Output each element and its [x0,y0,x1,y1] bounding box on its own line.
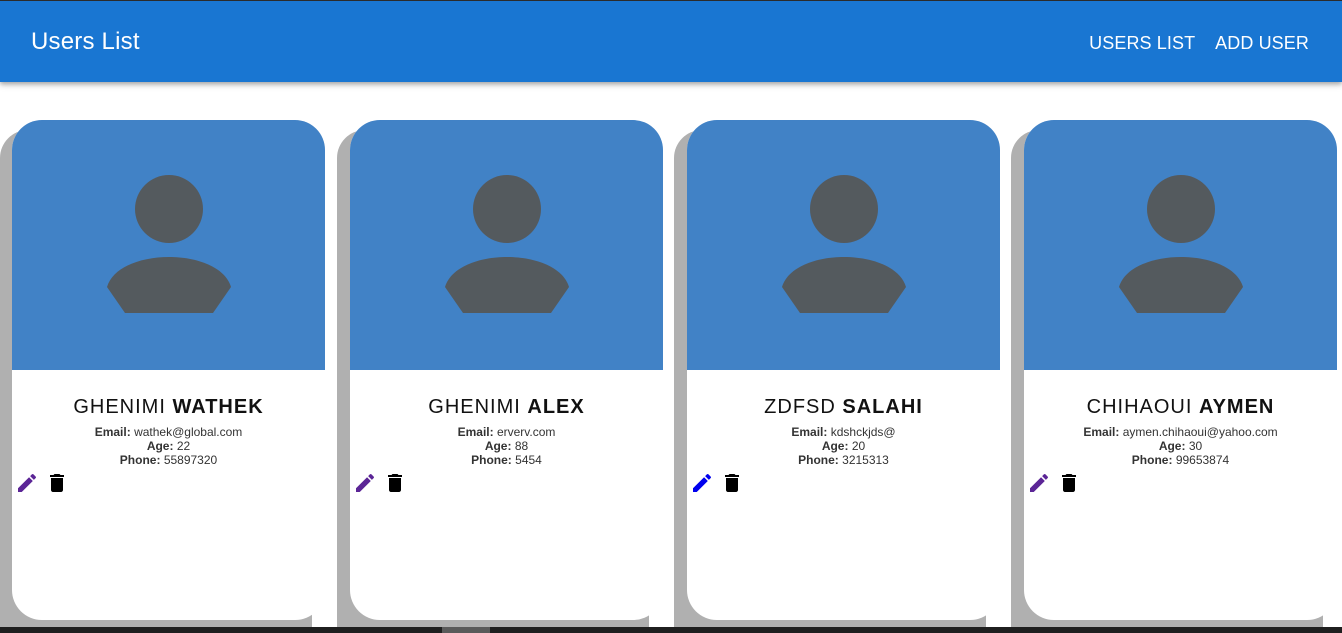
user-info: Email: kdshckjds@ Age: 20 Phone: 3215313 [687,425,1000,467]
user-age: 22 [176,439,191,453]
user-age-row: Age: 20 [687,439,1000,453]
user-email-row: Email: wathek@global.com [12,425,325,439]
user-email: erverv.com [496,425,556,439]
age-label: Age: [146,439,174,453]
user-phone-row: Phone: 55897320 [12,453,325,467]
user-first-name: CHIHAOUI [1086,396,1193,418]
app-bar: Users List USERS LIST ADD USER [0,0,1342,82]
user-name: GHENIMI WATHEK [12,395,325,419]
user-phone-row: Phone: 99653874 [1024,453,1337,467]
user-info: Email: aymen.chihaoui@yahoo.com Age: 30 … [1024,425,1337,467]
user-age-row: Age: 30 [1024,439,1337,453]
phone-label: Phone: [798,453,839,467]
user-email: wathek@global.com [134,425,243,439]
card-actions [353,470,407,496]
user-email: kdshckjds@ [830,425,896,439]
user-phone-row: Phone: 3215313 [687,453,1000,467]
edit-button[interactable] [353,471,377,495]
trash-icon [1062,474,1076,492]
user-last-name: ALEX [527,396,585,418]
age-label: Age: [484,439,512,453]
user-phone-row: Phone: 5454 [350,453,663,467]
edit-button[interactable] [15,471,39,495]
nav-add-user[interactable]: ADD USER [1215,32,1309,54]
email-label: Email: [791,425,828,439]
card-media [350,120,663,370]
horizontal-scrollbar[interactable] [0,627,1342,633]
user-last-name: AYMEN [1198,396,1275,418]
card-media [12,120,325,370]
user-age-row: Age: 88 [350,439,663,453]
scrollbar-thumb[interactable] [442,627,490,633]
user-email-row: Email: erverv.com [350,425,663,439]
person-icon [782,175,906,313]
user-age-row: Age: 22 [12,439,325,453]
email-label: Email: [1083,425,1120,439]
age-label: Age: [1158,439,1186,453]
age-label: Age: [821,439,849,453]
trash-icon [50,474,64,492]
person-icon [107,175,231,313]
user-info: Email: erverv.com Age: 88 Phone: 5454 [350,425,663,467]
user-phone: 3215313 [842,453,889,467]
email-label: Email: [457,425,494,439]
user-name: CHIHAOUI AYMEN [1024,395,1337,419]
email-label: Email: [94,425,131,439]
user-age: 30 [1188,439,1203,453]
user-card: ZDFSD SALAHI Email: kdshckjds@ Age: 20 P… [687,120,1000,620]
nav-users-list[interactable]: USERS LIST [1089,32,1195,54]
delete-button[interactable] [383,470,407,496]
user-card: GHENIMI WATHEK Email: wathek@global.com … [12,120,325,620]
trash-icon [388,474,402,492]
user-age: 20 [851,439,866,453]
person-icon [445,175,569,313]
user-age: 88 [514,439,529,453]
phone-label: Phone: [1131,453,1173,467]
user-last-name: SALAHI [842,396,923,418]
card-media [687,120,1000,370]
delete-button[interactable] [720,470,744,496]
card-actions [690,470,744,496]
delete-button[interactable] [1057,470,1081,496]
edit-button[interactable] [1027,471,1051,495]
trash-icon [725,474,739,492]
pencil-icon [693,473,712,492]
app-title: Users List [31,28,140,55]
user-first-name: GHENIMI [73,396,166,418]
user-phone: 99653874 [1175,453,1230,467]
edit-button[interactable] [690,471,714,495]
user-phone: 5454 [515,453,542,467]
pencil-icon [18,473,37,492]
delete-button[interactable] [45,470,69,496]
user-email-row: Email: kdshckjds@ [687,425,1000,439]
phone-label: Phone: [471,453,512,467]
user-name: ZDFSD SALAHI [687,395,1000,419]
user-email-row: Email: aymen.chihaoui@yahoo.com [1024,425,1337,439]
top-nav: USERS LIST ADD USER [1089,32,1309,54]
phone-label: Phone: [119,453,161,467]
card-actions [1027,470,1081,496]
person-icon [1119,175,1243,313]
user-info: Email: wathek@global.com Age: 22 Phone: … [12,425,325,467]
user-card: GHENIMI ALEX Email: erverv.com Age: 88 P… [350,120,663,620]
user-last-name: WATHEK [172,396,264,418]
user-card: CHIHAOUI AYMEN Email: aymen.chihaoui@yah… [1024,120,1337,620]
user-phone: 55897320 [163,453,218,467]
user-first-name: GHENIMI [428,396,521,418]
pencil-icon [356,473,375,492]
pencil-icon [1030,473,1049,492]
card-actions [15,470,69,496]
user-first-name: ZDFSD [764,396,836,418]
user-email: aymen.chihaoui@yahoo.com [1122,425,1278,439]
user-name: GHENIMI ALEX [350,395,663,419]
card-media [1024,120,1337,370]
